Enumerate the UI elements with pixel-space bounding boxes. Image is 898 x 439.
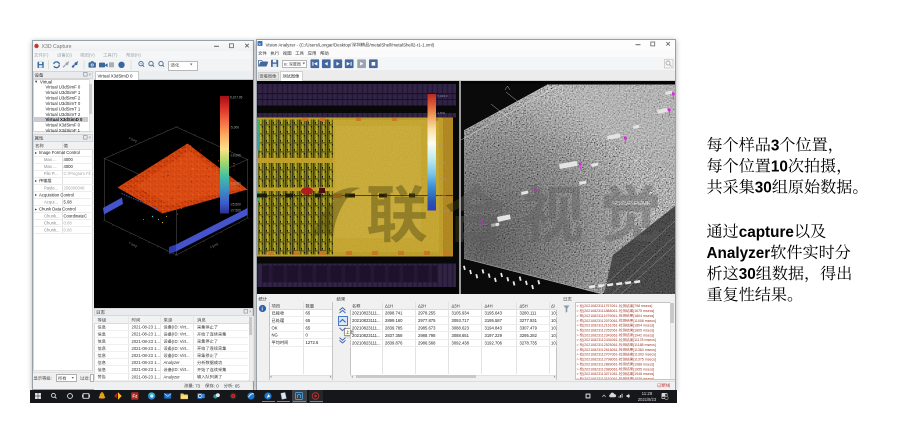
svg-text:-500: -500 — [438, 143, 444, 147]
svg-text:5,016.3: 5,016.3 — [438, 94, 448, 98]
svg-text:-2,000: -2,000 — [438, 177, 447, 181]
svg-text:Analyzer: Analyzer — [707, 245, 771, 262]
svg-text:-3,000: -3,000 — [438, 194, 447, 198]
svg-text:3: 3 — [771, 137, 780, 154]
svg-text:30: 30 — [739, 266, 756, 283]
svg-text:-1,500: -1,500 — [438, 161, 447, 165]
svg-text:-25,500: -25,500 — [230, 202, 241, 206]
svg-text:5,107.95: 5,107.95 — [230, 95, 243, 99]
svg-text:10: 10 — [771, 159, 788, 176]
svg-text:-5,000: -5,000 — [230, 125, 239, 129]
svg-text:-4,002.3: -4,002.3 — [438, 209, 449, 213]
svg-text:-10,000: -10,000 — [230, 153, 241, 157]
svg-text:-15,000: -15,000 — [230, 181, 241, 185]
svg-text:-27,500: -27,500 — [230, 208, 241, 212]
svg-text:30: 30 — [755, 180, 772, 197]
svg-text:capture: capture — [739, 224, 794, 241]
svg-text:2,500: 2,500 — [438, 111, 446, 115]
